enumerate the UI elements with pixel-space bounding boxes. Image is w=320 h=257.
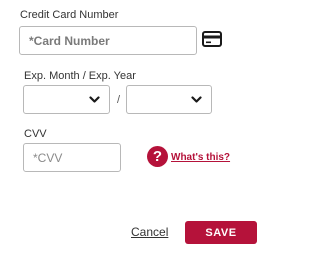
chevron-down-icon <box>191 96 202 103</box>
whats-this-link[interactable]: What's this? <box>171 152 230 163</box>
help-icon[interactable]: ? <box>147 146 168 167</box>
card-number-label: Credit Card Number <box>20 9 119 21</box>
card-number-input[interactable] <box>19 26 197 55</box>
save-button[interactable]: SAVE <box>185 221 257 244</box>
cvv-input[interactable] <box>23 143 121 172</box>
expiry-separator: / <box>117 94 121 106</box>
expiry-month-select[interactable] <box>23 85 110 114</box>
expiry-year-select[interactable] <box>126 85 212 114</box>
expiry-label: Exp. Month / Exp. Year <box>24 70 136 82</box>
cvv-label: CVV <box>24 128 47 140</box>
credit-card-icon <box>202 31 222 47</box>
chevron-down-icon <box>89 96 100 103</box>
cancel-link[interactable]: Cancel <box>131 225 168 239</box>
